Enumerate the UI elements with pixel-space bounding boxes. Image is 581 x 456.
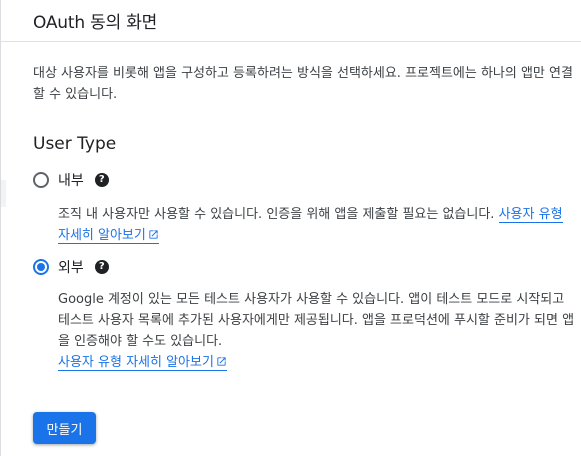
open-in-new-icon (149, 230, 158, 239)
external-description-text: Google 계정이 있는 모든 테스트 사용자가 사용할 수 있습니다. 앱이… (58, 292, 575, 349)
intro-text: 대상 사용자를 비롯해 앱을 구성하고 등록하려는 방식을 선택하세요. 프로젝… (33, 66, 573, 102)
create-button[interactable]: 만들기 (33, 412, 96, 444)
external-learn-more-link[interactable]: 사용자 유형 자세히 알아보기 (58, 355, 227, 371)
internal-description-text: 조직 내 사용자만 사용할 수 있습니다. 인증을 위해 앱을 제출할 필요는 … (58, 207, 495, 222)
external-label[interactable]: 외부 (58, 257, 84, 277)
open-in-new-icon (217, 357, 226, 366)
internal-description: 조직 내 사용자만 사용할 수 있습니다. 인증을 위해 앱을 제출할 필요는 … (58, 204, 578, 246)
user-type-option-external[interactable]: 외부 ? (33, 257, 109, 277)
internal-radio[interactable] (33, 172, 49, 188)
page-title: OAuth 동의 화면 (33, 13, 158, 33)
user-type-option-internal[interactable]: 내부 ? (33, 170, 109, 190)
internal-label[interactable]: 내부 (58, 170, 84, 190)
oauth-consent-page: OAuth 동의 화면 대상 사용자를 비롯해 앱을 구성하고 등록하려는 방식… (0, 0, 581, 456)
external-description: Google 계정이 있는 모든 테스트 사용자가 사용할 수 있습니다. 앱이… (58, 289, 578, 373)
radio-selected-dot (37, 263, 45, 271)
external-radio[interactable] (33, 259, 49, 275)
help-icon[interactable]: ? (94, 260, 109, 274)
page-header: OAuth 동의 화면 (33, 0, 581, 41)
side-panel-edge (1, 180, 6, 207)
help-icon[interactable]: ? (94, 173, 109, 187)
external-learn-more-text[interactable]: 사용자 유형 자세히 알아보기 (58, 355, 214, 370)
header-divider (1, 41, 581, 42)
user-type-heading: User Type (33, 134, 117, 154)
